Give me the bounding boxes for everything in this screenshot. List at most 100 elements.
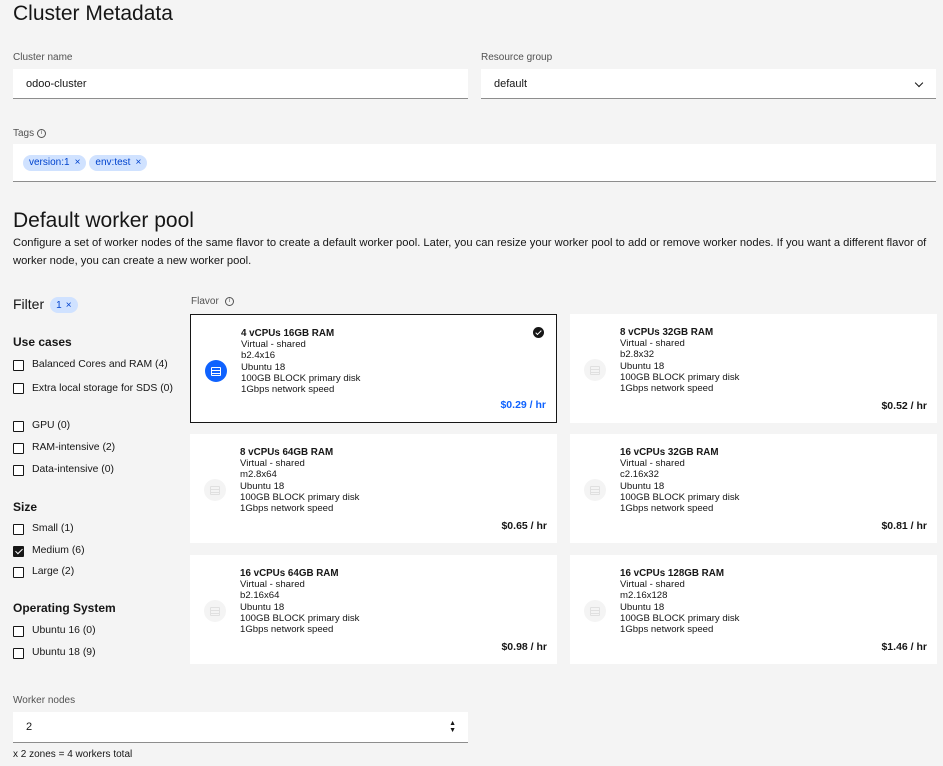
page-title: Cluster Metadata bbox=[13, 2, 173, 25]
filter-option-label: Medium (6) bbox=[32, 545, 85, 556]
flavor-title: 8 vCPUs 64GB RAM bbox=[240, 447, 334, 458]
flavor-card-details: 16 vCPUs 64GB RAM Virtual - shared b2.16… bbox=[240, 568, 359, 635]
flavor-price: $1.46 / hr bbox=[881, 641, 927, 653]
flavor-label-text: Flavor bbox=[191, 296, 219, 307]
flavor-price: $0.81 / hr bbox=[881, 520, 927, 532]
filter-option[interactable]: Medium (6) bbox=[13, 545, 85, 557]
flavor-network: 1Gbps network speed bbox=[240, 503, 334, 515]
flavor-type: Virtual - shared bbox=[620, 458, 685, 470]
checkbox-checked[interactable] bbox=[13, 546, 24, 557]
checkbox[interactable] bbox=[13, 421, 24, 432]
tags-input[interactable]: version:1 × env:test × bbox=[13, 144, 936, 182]
flavor-title: 8 vCPUs 32GB RAM bbox=[620, 327, 714, 338]
filter-count-badge[interactable]: 1 × bbox=[50, 297, 78, 314]
flavor-type: Virtual - shared bbox=[620, 338, 685, 350]
filter-header: Filter 1 × bbox=[13, 296, 78, 314]
flavor-card[interactable]: 16 vCPUs 64GB RAM Virtual - shared b2.16… bbox=[190, 555, 557, 664]
info-icon[interactable]: i bbox=[224, 296, 234, 306]
checkbox[interactable] bbox=[13, 567, 24, 578]
server-icon bbox=[584, 479, 606, 501]
flavor-disk: 100GB BLOCK primary disk bbox=[620, 371, 740, 383]
checkbox[interactable] bbox=[13, 360, 24, 371]
flavor-os: Ubuntu 18 bbox=[620, 480, 665, 492]
flavor-name: m2.16x128 bbox=[620, 590, 668, 602]
flavor-network: 1Gbps network speed bbox=[241, 384, 335, 396]
info-icon[interactable]: i bbox=[37, 128, 47, 138]
flavor-type: Virtual - shared bbox=[620, 579, 685, 591]
flavor-price: $0.52 / hr bbox=[881, 400, 927, 412]
filter-option-label: Balanced Cores and RAM (4) bbox=[32, 359, 168, 370]
close-icon[interactable]: × bbox=[135, 157, 141, 168]
filter-option[interactable]: Large (2) bbox=[13, 566, 74, 578]
filter-option[interactable]: Balanced Cores and RAM (4) bbox=[13, 359, 168, 371]
resource-group-label: Resource group bbox=[481, 52, 553, 63]
tag-label: version:1 bbox=[29, 157, 70, 168]
filter-option[interactable]: Small (1) bbox=[13, 523, 74, 535]
flavor-label: Flavor i bbox=[191, 296, 234, 307]
filter-group-os: Operating System bbox=[13, 601, 116, 615]
tag-env: env:test × bbox=[89, 154, 148, 171]
close-icon[interactable]: × bbox=[75, 157, 81, 168]
close-icon: × bbox=[65, 299, 72, 311]
flavor-type: Virtual - shared bbox=[240, 458, 305, 470]
worker-nodes-label: Worker nodes bbox=[13, 695, 76, 706]
flavor-name: m2.8x64 bbox=[240, 469, 277, 481]
filter-option[interactable]: Data-intensive (0) bbox=[13, 464, 114, 476]
flavor-disk: 100GB BLOCK primary disk bbox=[240, 612, 360, 624]
caret-up-icon[interactable]: ▲ bbox=[449, 720, 456, 727]
checkmark-icon bbox=[533, 327, 544, 338]
chevron-down-icon bbox=[914, 78, 924, 88]
filter-option[interactable]: Extra local storage for SDS (0) bbox=[13, 380, 183, 398]
flavor-price: $0.98 / hr bbox=[501, 641, 547, 653]
flavor-card-details: 8 vCPUs 32GB RAM Virtual - shared b2.8x3… bbox=[620, 327, 739, 394]
caret-down-icon[interactable]: ▼ bbox=[449, 727, 456, 734]
flavor-disk: 100GB BLOCK primary disk bbox=[241, 372, 361, 384]
flavor-card-details: 8 vCPUs 64GB RAM Virtual - shared m2.8x6… bbox=[240, 447, 359, 514]
checkbox[interactable] bbox=[13, 648, 24, 659]
checkbox[interactable] bbox=[13, 626, 24, 637]
flavor-name: b2.16x64 bbox=[240, 590, 280, 602]
flavor-name: c2.16x32 bbox=[620, 469, 659, 481]
flavor-card[interactable]: 16 vCPUs 32GB RAM Virtual - shared c2.16… bbox=[570, 434, 937, 543]
filter-option-label: Small (1) bbox=[32, 523, 74, 534]
resource-group-select[interactable]: default bbox=[481, 69, 936, 99]
flavor-network: 1Gbps network speed bbox=[620, 503, 714, 515]
filter-option[interactable]: GPU (0) bbox=[13, 420, 70, 432]
flavor-network: 1Gbps network speed bbox=[620, 624, 714, 636]
checkbox[interactable] bbox=[13, 443, 24, 454]
server-icon bbox=[584, 600, 606, 622]
checkbox[interactable] bbox=[13, 383, 24, 394]
flavor-card-details: 16 vCPUs 32GB RAM Virtual - shared c2.16… bbox=[620, 447, 739, 514]
checkbox[interactable] bbox=[13, 465, 24, 476]
flavor-title: 16 vCPUs 64GB RAM bbox=[240, 568, 339, 579]
flavor-disk: 100GB BLOCK primary disk bbox=[620, 612, 740, 624]
flavor-title: 16 vCPUs 32GB RAM bbox=[620, 447, 719, 458]
flavor-type: Virtual - shared bbox=[240, 579, 305, 591]
worker-nodes-input[interactable]: 2 ▲ ▼ bbox=[13, 712, 468, 743]
number-stepper[interactable]: ▲ ▼ bbox=[449, 720, 456, 734]
worker-nodes-helper: x 2 zones = 4 workers total bbox=[13, 749, 133, 760]
flavor-os: Ubuntu 18 bbox=[240, 480, 285, 492]
cluster-name-value: odoo-cluster bbox=[26, 77, 87, 90]
flavor-card[interactable]: 16 vCPUs 128GB RAM Virtual - shared m2.1… bbox=[570, 555, 937, 664]
filter-option[interactable]: Ubuntu 18 (9) bbox=[13, 647, 96, 659]
filter-option-label: Ubuntu 18 (9) bbox=[32, 647, 96, 658]
filter-option[interactable]: Ubuntu 16 (0) bbox=[13, 625, 96, 637]
flavor-os: Ubuntu 18 bbox=[241, 361, 286, 373]
filter-option-label: Ubuntu 16 (0) bbox=[32, 625, 96, 636]
worker-pool-description: Configure a set of worker nodes of the s… bbox=[13, 237, 927, 267]
flavor-card[interactable]: 8 vCPUs 32GB RAM Virtual - shared b2.8x3… bbox=[570, 314, 937, 423]
checkbox[interactable] bbox=[13, 524, 24, 535]
cluster-name-input[interactable]: odoo-cluster bbox=[13, 69, 468, 99]
filter-option[interactable]: RAM-intensive (2) bbox=[13, 442, 115, 454]
filter-option-label: RAM-intensive (2) bbox=[32, 442, 116, 453]
worker-nodes-value: 2 bbox=[26, 721, 33, 733]
flavor-card[interactable]: 8 vCPUs 64GB RAM Virtual - shared m2.8x6… bbox=[190, 434, 557, 543]
flavor-card-details: 4 vCPUs 16GB RAM Virtual - shared b2.4x1… bbox=[241, 328, 360, 395]
flavor-disk: 100GB BLOCK primary disk bbox=[240, 491, 360, 503]
flavor-card[interactable]: 4 vCPUs 16GB RAM Virtual - shared b2.4x1… bbox=[190, 314, 557, 423]
flavor-price: $0.29 / hr bbox=[500, 399, 546, 411]
flavor-network: 1Gbps network speed bbox=[240, 624, 334, 636]
tags-label: Tags i bbox=[13, 128, 47, 139]
flavor-network: 1Gbps network speed bbox=[620, 383, 714, 395]
